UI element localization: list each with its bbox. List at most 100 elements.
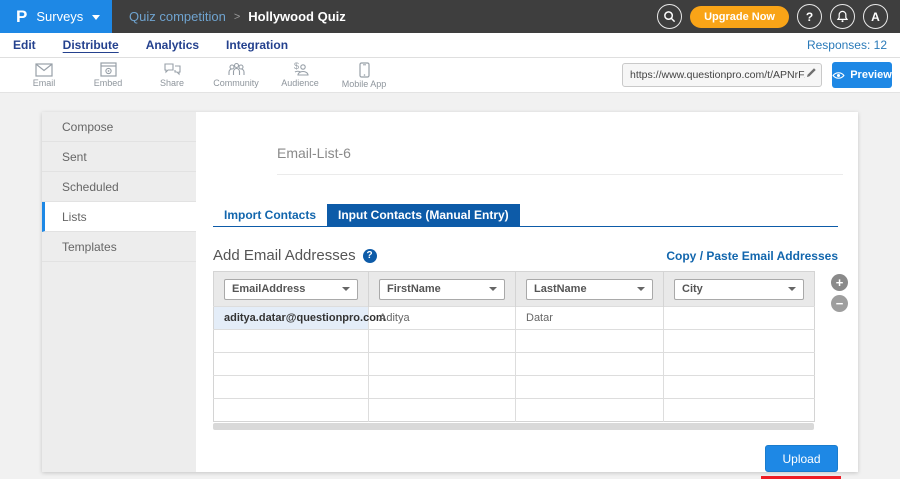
search-icon[interactable] xyxy=(657,4,682,29)
column-select-value: LastName xyxy=(534,283,587,295)
breadcrumb-parent[interactable]: Quiz competition xyxy=(129,9,226,24)
add-row-button[interactable]: + xyxy=(831,274,848,291)
avatar[interactable]: A xyxy=(863,4,888,29)
notifications-bell-icon[interactable] xyxy=(830,4,855,29)
column-select-value: FirstName xyxy=(387,283,441,295)
tab-distribute[interactable]: Distribute xyxy=(63,38,119,52)
cell-firstname[interactable] xyxy=(369,330,516,353)
breadcrumb-separator: > xyxy=(234,11,240,23)
email-sidebar: Compose Sent Scheduled Lists Templates xyxy=(42,112,196,472)
sidebar-item-scheduled[interactable]: Scheduled xyxy=(42,172,196,202)
channel-label: Email xyxy=(33,78,56,88)
channel-label: Share xyxy=(160,78,184,88)
list-detail-panel: Email-List-6 Import Contacts Input Conta… xyxy=(196,112,858,472)
tab-import-contacts[interactable]: Import Contacts xyxy=(213,204,327,226)
table-row xyxy=(214,353,815,376)
channel-embed[interactable]: Embed xyxy=(76,58,140,92)
sidebar-item-compose[interactable]: Compose xyxy=(42,112,196,142)
cell-city[interactable] xyxy=(664,376,815,399)
top-bar: P Surveys Quiz competition > Hollywood Q… xyxy=(0,0,900,33)
column-select-firstname[interactable]: FirstName xyxy=(379,279,505,300)
table-row xyxy=(214,376,815,399)
contacts-table-wrap: EmailAddress FirstName LastName City adi… xyxy=(213,271,843,430)
chevron-down-icon xyxy=(788,287,796,291)
survey-nav-items: Edit Distribute Analytics Integration xyxy=(13,38,807,52)
cell-lastname[interactable] xyxy=(516,353,664,376)
tab-analytics[interactable]: Analytics xyxy=(146,38,199,52)
cell-city[interactable] xyxy=(664,353,815,376)
questionpro-logo[interactable]: P xyxy=(16,7,27,27)
people-group-icon xyxy=(227,62,246,77)
distribute-toolbar: Email Embed Share Community $ Audience xyxy=(0,58,900,93)
sidebar-item-templates[interactable]: Templates xyxy=(42,232,196,262)
cell-firstname[interactable] xyxy=(369,353,516,376)
remove-row-button[interactable]: − xyxy=(831,295,848,312)
title-divider xyxy=(277,174,843,175)
share-bubbles-icon xyxy=(163,62,181,77)
cell-firstname[interactable] xyxy=(369,399,516,422)
breadcrumb: Quiz competition > Hollywood Quiz xyxy=(112,9,657,24)
tab-input-contacts-manual[interactable]: Input Contacts (Manual Entry) xyxy=(327,204,520,226)
contacts-table: EmailAddress FirstName LastName City adi… xyxy=(213,271,815,422)
add-email-heading-text: Add Email Addresses xyxy=(213,247,356,264)
cell-email[interactable] xyxy=(214,376,369,399)
chevron-down-icon xyxy=(489,287,497,291)
preview-label: Preview xyxy=(850,69,892,81)
channel-label: Mobile App xyxy=(342,79,387,89)
breadcrumb-current: Hollywood Quiz xyxy=(248,9,346,24)
channel-audience[interactable]: $ Audience xyxy=(268,58,332,92)
cell-lastname[interactable] xyxy=(516,399,664,422)
help-question-icon[interactable]: ? xyxy=(363,249,377,263)
survey-url-field[interactable]: https://www.questionpro.com/t/APNrFZ xyxy=(622,63,822,87)
page-title: Email-List-6 xyxy=(277,145,843,161)
channel-label: Audience xyxy=(281,78,319,88)
topbar-actions: Upgrade Now ? A xyxy=(657,4,900,29)
column-select-email[interactable]: EmailAddress xyxy=(224,279,358,300)
survey-nav: Edit Distribute Analytics Integration Re… xyxy=(0,33,900,58)
add-email-header-row: Add Email Addresses ? Copy / Paste Email… xyxy=(213,247,838,264)
upgrade-now-button[interactable]: Upgrade Now xyxy=(690,6,789,28)
table-row xyxy=(214,330,815,353)
copy-paste-link[interactable]: Copy / Paste Email Addresses xyxy=(666,249,838,263)
cell-email[interactable] xyxy=(214,330,369,353)
cell-city[interactable] xyxy=(664,399,815,422)
help-icon[interactable]: ? xyxy=(797,4,822,29)
embed-icon xyxy=(100,62,117,77)
sidebar-item-sent[interactable]: Sent xyxy=(42,142,196,172)
column-select-lastname[interactable]: LastName xyxy=(526,279,653,300)
channel-community[interactable]: Community xyxy=(204,58,268,92)
svg-text:$: $ xyxy=(294,62,299,71)
cell-lastname[interactable] xyxy=(516,376,664,399)
product-switcher[interactable]: Surveys xyxy=(36,9,83,24)
cell-city[interactable] xyxy=(664,307,815,330)
cell-lastname[interactable] xyxy=(516,330,664,353)
channel-share[interactable]: Share xyxy=(140,58,204,92)
column-select-value: City xyxy=(682,283,703,295)
cell-city[interactable] xyxy=(664,330,815,353)
channel-label: Embed xyxy=(94,78,123,88)
column-select-city[interactable]: City xyxy=(674,279,804,300)
cell-email[interactable] xyxy=(214,353,369,376)
cell-lastname[interactable]: Datar xyxy=(516,307,664,330)
tab-edit[interactable]: Edit xyxy=(13,38,36,52)
cell-firstname[interactable] xyxy=(369,376,516,399)
logo-area[interactable]: P Surveys xyxy=(0,0,112,33)
horizontal-scrollbar[interactable] xyxy=(213,423,814,430)
responses-count[interactable]: Responses: 12 xyxy=(807,38,887,52)
channel-email[interactable]: Email xyxy=(12,58,76,92)
table-header-row: EmailAddress FirstName LastName City xyxy=(214,272,815,307)
preview-button[interactable]: Preview xyxy=(832,62,892,88)
table-row xyxy=(214,399,815,422)
email-lists-card: Compose Sent Scheduled Lists Templates E… xyxy=(42,112,858,472)
page-background: Compose Sent Scheduled Lists Templates E… xyxy=(0,94,900,466)
edit-pencil-icon[interactable] xyxy=(805,66,817,84)
sidebar-item-lists[interactable]: Lists xyxy=(42,202,196,232)
tab-integration[interactable]: Integration xyxy=(226,38,288,52)
add-email-heading: Add Email Addresses ? xyxy=(213,247,377,264)
cell-email[interactable]: aditya.datar@questionpro.com xyxy=(214,307,369,330)
upload-button[interactable]: Upload xyxy=(765,445,838,472)
cell-firstname[interactable]: Aditya xyxy=(369,307,516,330)
cell-email[interactable] xyxy=(214,399,369,422)
channel-mobile-app[interactable]: Mobile App xyxy=(332,58,396,92)
survey-url-value[interactable]: https://www.questionpro.com/t/APNrFZ xyxy=(630,69,805,81)
